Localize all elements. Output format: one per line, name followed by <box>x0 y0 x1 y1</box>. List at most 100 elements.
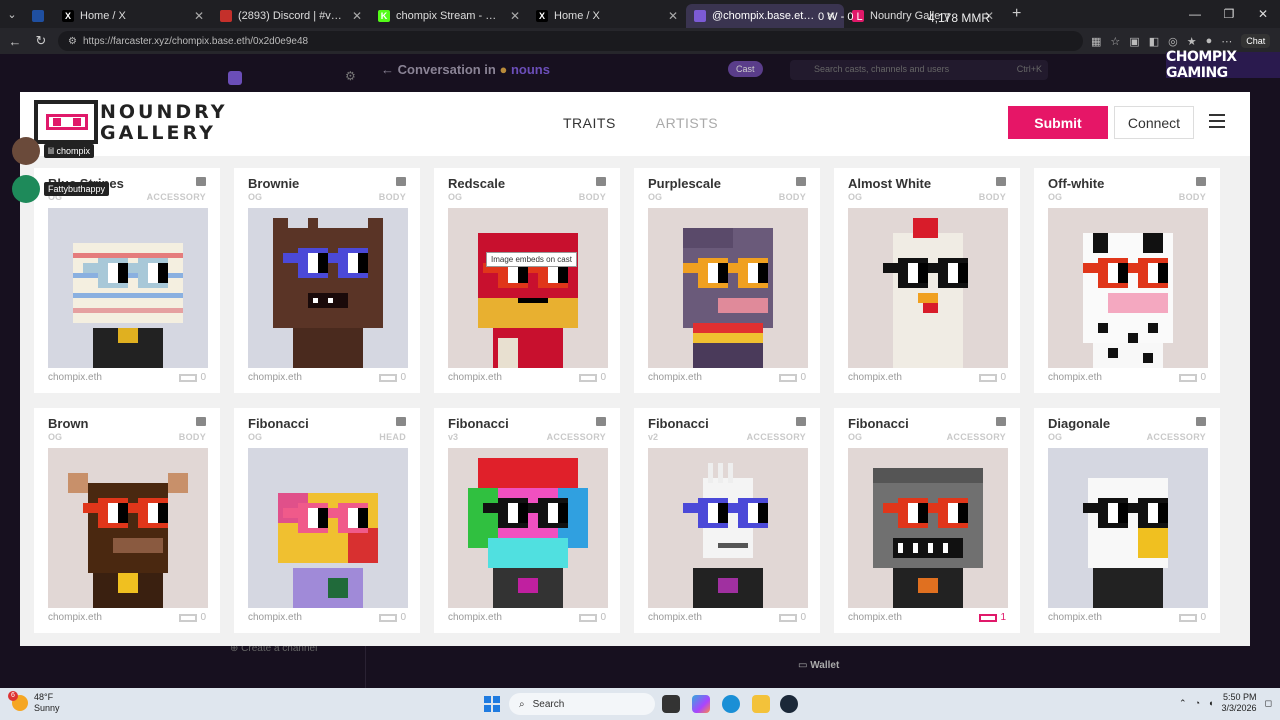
trait-card[interactable]: Off-white OG BODY chompix.eth 0 <box>1034 168 1220 393</box>
notification-icon[interactable]: ◻ <box>1265 698 1272 709</box>
trait-card[interactable]: Fibonacci OG HEAD chompix.eth 0 <box>234 408 420 633</box>
wallet-section[interactable]: ▭ Wallet <box>798 660 839 671</box>
trait-owner[interactable]: chompix.eth <box>248 612 302 623</box>
settings-icon[interactable]: ⚙ <box>345 69 356 83</box>
refresh-icon[interactable]: ↻ <box>32 33 50 49</box>
extension-icon[interactable]: ▣ <box>1129 35 1139 48</box>
trait-image[interactable] <box>448 448 608 608</box>
trait-image[interactable] <box>1048 208 1208 368</box>
usage-count: 0 <box>179 372 206 383</box>
network-icon[interactable]: ◔ <box>1195 698 1200 708</box>
trait-owner[interactable]: chompix.eth <box>48 372 102 383</box>
trait-card[interactable]: Purplescale OG BODY chompix.eth 0 <box>634 168 820 393</box>
trait-type: BODY <box>778 192 806 202</box>
trait-owner[interactable]: chompix.eth <box>648 612 702 623</box>
trait-image[interactable] <box>48 448 208 608</box>
volume-icon[interactable]: ◖ <box>1208 698 1213 708</box>
nav-traits[interactable]: TRAITS <box>563 115 616 131</box>
back-icon[interactable]: ← <box>6 34 24 49</box>
trait-image[interactable] <box>848 448 1008 608</box>
browser-tab[interactable]: X Home / X ✕ <box>528 4 686 28</box>
more-icon[interactable]: ⋯ <box>1221 35 1232 48</box>
copilot-icon[interactable] <box>692 695 710 713</box>
copilot-button[interactable]: Chat <box>1241 34 1271 48</box>
close-tab-icon[interactable]: ✕ <box>668 9 678 23</box>
trait-owner[interactable]: chompix.eth <box>448 372 502 383</box>
extension-icon[interactable]: ◧ <box>1149 35 1159 48</box>
farcaster-logo-icon[interactable] <box>228 71 242 85</box>
browser-tab[interactable] <box>24 4 54 28</box>
apps-icon[interactable]: ▦ <box>1091 35 1101 48</box>
farcaster-search-input[interactable]: Search casts, channels and users Ctrl+K <box>790 60 1048 80</box>
file-explorer-icon[interactable] <box>752 695 770 713</box>
trait-card[interactable]: Fibonacci OG ACCESSORY chompix.eth 1 <box>834 408 1020 633</box>
trait-card[interactable]: Redscale OG BODY chompix.eth 0 <box>434 168 620 393</box>
new-tab-button[interactable]: + <box>1002 5 1031 23</box>
trait-name: Almost White <box>848 176 932 191</box>
restore-icon[interactable]: ❐ <box>1212 0 1246 28</box>
trait-owner[interactable]: chompix.eth <box>1048 372 1102 383</box>
cast-button[interactable]: Cast <box>728 61 763 77</box>
close-tab-icon[interactable]: ✕ <box>510 9 520 23</box>
trait-card[interactable]: Fibonacci v3 ACCESSORY chompix.eth 0 <box>434 408 620 633</box>
trait-owner[interactable]: chompix.eth <box>648 372 702 383</box>
url-field[interactable]: ⚙ https://farcaster.xyz/chompix.base.eth… <box>58 31 1083 51</box>
trait-type: BODY <box>1178 192 1206 202</box>
trait-image[interactable] <box>1048 448 1208 608</box>
usage-count: 0 <box>379 372 406 383</box>
tab-title: Home / X <box>80 10 126 22</box>
extension-icon[interactable]: ◎ <box>1168 35 1178 48</box>
favorite-icon[interactable]: ☆ <box>1110 35 1120 48</box>
trait-image[interactable] <box>248 448 408 608</box>
close-tab-icon[interactable]: ✕ <box>352 9 362 23</box>
minimize-icon[interactable]: — <box>1178 0 1212 28</box>
trait-card[interactable]: Brownie OG BODY chompix.eth 0 <box>234 168 420 393</box>
noun-art <box>883 218 968 368</box>
trait-owner[interactable]: chompix.eth <box>448 612 502 623</box>
trait-image[interactable] <box>48 208 208 368</box>
usage-count: 0 <box>379 612 406 623</box>
clock[interactable]: 5:50 PM 3/3/2026 <box>1221 692 1256 714</box>
logo-text[interactable]: NOUNDRY GALLERY <box>100 102 228 144</box>
steam-icon[interactable] <box>780 695 798 713</box>
chatter-name: lil chompix <box>44 144 95 158</box>
browser-tab[interactable]: (2893) Discord | #voice-lilnouns ✕ <box>212 4 370 28</box>
task-view-icon[interactable] <box>662 695 680 713</box>
trait-image[interactable] <box>648 448 808 608</box>
profile-icon[interactable]: ● <box>1206 35 1213 47</box>
submit-button[interactable]: Submit <box>1008 106 1108 139</box>
trait-image[interactable] <box>648 208 808 368</box>
noun-art <box>278 493 378 608</box>
trait-name: Purplescale <box>648 176 721 191</box>
windows-start-icon[interactable] <box>484 696 500 712</box>
trait-owner[interactable]: chompix.eth <box>848 612 902 623</box>
trait-image[interactable] <box>848 208 1008 368</box>
edge-icon[interactable] <box>722 695 740 713</box>
close-tab-icon[interactable]: ✕ <box>194 9 204 23</box>
favorites-list-icon[interactable]: ★ <box>1187 35 1197 48</box>
trait-card[interactable]: Fibonacci v2 ACCESSORY chompix.eth 0 <box>634 408 820 633</box>
trait-version: OG <box>248 432 263 442</box>
menu-icon[interactable] <box>1209 114 1225 128</box>
trait-card[interactable]: Diagonale OG ACCESSORY chompix.eth 0 <box>1034 408 1220 633</box>
trait-name: Fibonacci <box>448 416 509 431</box>
connect-button[interactable]: Connect <box>1114 106 1194 139</box>
trait-owner[interactable]: chompix.eth <box>48 612 102 623</box>
tab-actions-icon[interactable]: ⌄ <box>0 0 24 28</box>
sun-icon: 6 <box>8 691 28 711</box>
trait-image[interactable] <box>248 208 408 368</box>
nav-artists[interactable]: ARTISTS <box>656 115 718 131</box>
trait-owner[interactable]: chompix.eth <box>1048 612 1102 623</box>
close-window-icon[interactable]: ✕ <box>1246 0 1280 28</box>
browser-tab[interactable]: X Home / X ✕ <box>54 4 212 28</box>
trait-card[interactable]: Almost White OG BODY chompix.eth 0 <box>834 168 1020 393</box>
tray-expand-icon[interactable]: ⌃ <box>1179 698 1187 709</box>
trait-owner[interactable]: chompix.eth <box>848 372 902 383</box>
browser-tab[interactable]: Kchompix Stream - Watch Live ✕ <box>370 4 528 28</box>
trait-owner[interactable]: chompix.eth <box>248 372 302 383</box>
taskbar-search[interactable]: ⌕ Search <box>509 693 655 715</box>
weather-widget[interactable]: 6 48°F Sunny <box>8 691 60 714</box>
site-info-icon[interactable]: ⚙ <box>68 36 77 47</box>
trait-image[interactable] <box>448 208 608 368</box>
trait-card[interactable]: Brown OG BODY chompix.eth 0 <box>34 408 220 633</box>
